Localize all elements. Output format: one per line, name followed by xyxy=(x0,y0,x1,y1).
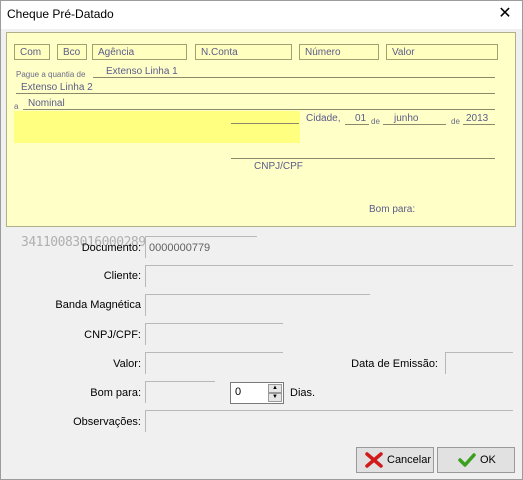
checkmark-icon xyxy=(458,453,476,467)
dialog-window: Cheque Pré-Datado ✕ Com Bco Agência N.Co… xyxy=(0,0,523,480)
cheque-preview: Com Bco Agência N.Conta Número Valor Pag… xyxy=(6,32,516,250)
spin-up-icon[interactable]: ▲ xyxy=(268,384,282,393)
header-numero: Número xyxy=(299,44,379,60)
ok-button[interactable]: OK xyxy=(437,447,515,473)
close-button[interactable]: ✕ xyxy=(494,4,516,24)
header-valor: Valor xyxy=(386,44,498,60)
valor-label: Valor: xyxy=(113,358,141,370)
cnpj-line xyxy=(231,158,495,159)
cnpj-cpf-field[interactable] xyxy=(145,323,283,345)
de-label-1: de xyxy=(371,117,380,126)
spin-down-icon[interactable]: ▼ xyxy=(268,393,282,402)
documento-label: Documento: xyxy=(81,242,141,254)
observacoes-field[interactable] xyxy=(145,410,513,432)
nominal: Nominal xyxy=(28,98,65,109)
ok-label: OK xyxy=(480,454,496,466)
pague-label: Pague a quantia de xyxy=(16,70,86,79)
month: junho xyxy=(394,113,419,124)
valor-field[interactable] xyxy=(145,352,283,374)
cancel-label: Cancelar xyxy=(387,454,432,466)
a-label: a xyxy=(14,102,19,111)
documento-field[interactable] xyxy=(145,236,257,258)
signature-area xyxy=(14,111,300,143)
observacoes-label: Observações: xyxy=(73,416,141,428)
cancel-x-icon xyxy=(365,452,383,468)
bom-para-field[interactable] xyxy=(145,381,215,403)
year-line xyxy=(463,124,495,125)
header-bco: Bco xyxy=(57,44,87,60)
cidade-line xyxy=(231,123,299,124)
title-bar[interactable]: Cheque Pré-Datado ✕ xyxy=(1,1,522,29)
nominal-line xyxy=(23,109,495,110)
cnpj-cpf-label: CNPJ/CPF xyxy=(254,161,303,172)
header-nconta: N.Conta xyxy=(195,44,292,60)
extenso-line2 xyxy=(16,93,495,94)
header-com: Com xyxy=(14,44,50,60)
dias-spinner[interactable]: 0 ▲ ▼ xyxy=(230,382,284,404)
bom-para-label: Bom para: xyxy=(369,204,416,215)
banda-magnetica-field[interactable] xyxy=(145,294,370,316)
window-title: Cheque Pré-Datado xyxy=(7,7,114,21)
extenso-linha2: Extenso Linha 2 xyxy=(21,82,93,93)
extenso-line1 xyxy=(93,77,495,78)
month-line xyxy=(383,124,446,125)
header-agencia: Agência xyxy=(92,44,187,60)
de-label-2: de xyxy=(451,117,460,126)
cliente-label: Cliente: xyxy=(103,270,141,282)
cnpj-cpf-form-label: CNPJ/CPF: xyxy=(84,329,141,341)
cancel-button[interactable]: Cancelar xyxy=(356,447,434,473)
dias-value: 0 xyxy=(235,386,242,398)
data-emissao-field[interactable] xyxy=(445,352,513,374)
banda-magnetica-label: Banda Magnética xyxy=(55,299,141,311)
extenso-linha1: Extenso Linha 1 xyxy=(106,66,178,77)
day: 01 xyxy=(355,113,367,124)
year: 2013 xyxy=(466,113,489,124)
data-emissao-label: Data de Emissão: xyxy=(351,358,438,370)
day-line xyxy=(345,124,369,125)
cidade: Cidade, xyxy=(306,113,341,124)
dias-label: Dias. xyxy=(290,387,316,399)
cliente-field[interactable] xyxy=(145,265,513,287)
bom-para-form-label: Bom para: xyxy=(90,387,141,399)
